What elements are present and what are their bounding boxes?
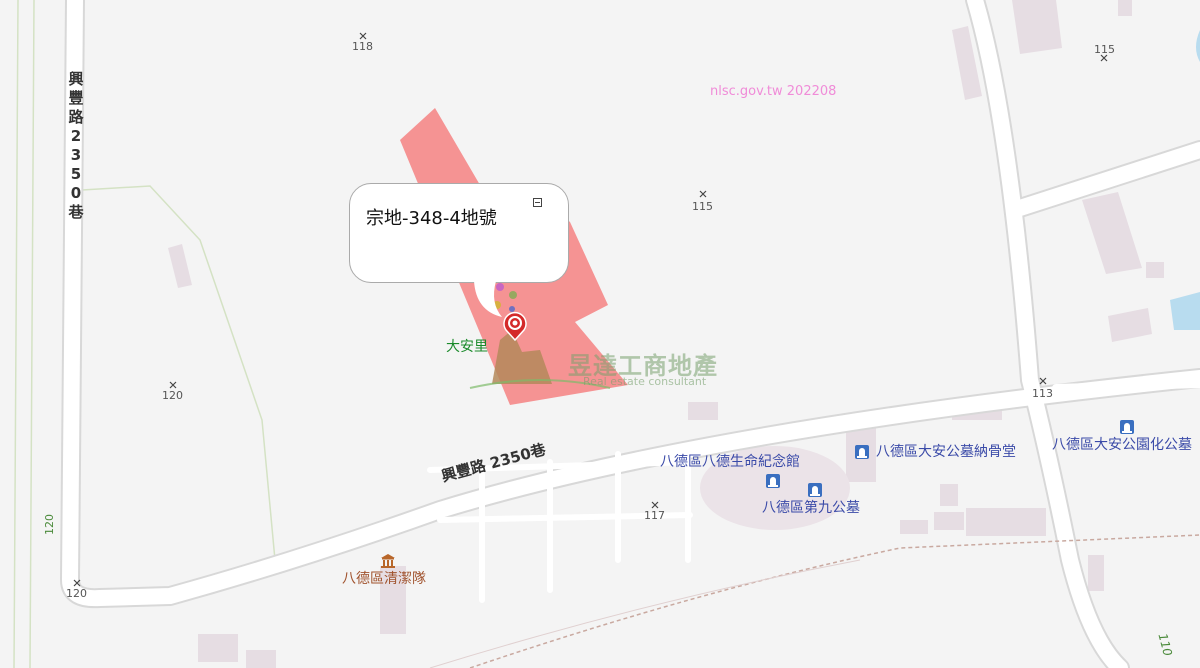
- elevation-label: 113: [1032, 387, 1053, 400]
- map-view[interactable]: nlsc.gov.tw 202208 118 115 115 120 113 1…: [0, 0, 1200, 668]
- poi-ossuary[interactable]: 八德區大安公墓納骨堂: [876, 445, 1016, 459]
- road-label-left: 興豐路 2350巷: [68, 70, 84, 221]
- watermark-subtitle: Real estate consultant: [583, 375, 707, 388]
- elevation-label: 117: [644, 509, 665, 522]
- village-label: 大安里: [446, 339, 488, 355]
- poi-memorial-hall[interactable]: 八德區八德生命紀念館: [660, 455, 800, 469]
- cemetery-icon: [1120, 420, 1134, 434]
- cemetery-icon: [766, 474, 780, 488]
- poi-cemetery-9[interactable]: 八德區第九公墓: [762, 501, 860, 515]
- elevation-label: 118: [352, 40, 373, 53]
- poi-park-cemetery[interactable]: 八德區大安公園化公墓: [1052, 438, 1192, 452]
- cemetery-icon: [855, 445, 869, 459]
- elevation-label: 115: [1094, 43, 1115, 56]
- elevation-label: 120: [162, 389, 183, 402]
- popup-tail: [474, 281, 502, 317]
- map-canvas[interactable]: [0, 0, 1200, 668]
- close-icon[interactable]: [533, 198, 542, 207]
- road-number-left: 120: [43, 514, 56, 535]
- parcel-popup: 宗地-348-4地號: [349, 183, 569, 283]
- map-attribution: nlsc.gov.tw 202208: [710, 84, 837, 99]
- cemetery-icon: [808, 483, 822, 497]
- elevation-label: 115: [692, 200, 713, 213]
- government-building-icon: [381, 554, 395, 568]
- popup-title: 宗地-348-4地號: [366, 208, 497, 229]
- elevation-label: 120: [66, 587, 87, 600]
- poi-cleaning-team[interactable]: 八德區清潔隊: [342, 572, 426, 586]
